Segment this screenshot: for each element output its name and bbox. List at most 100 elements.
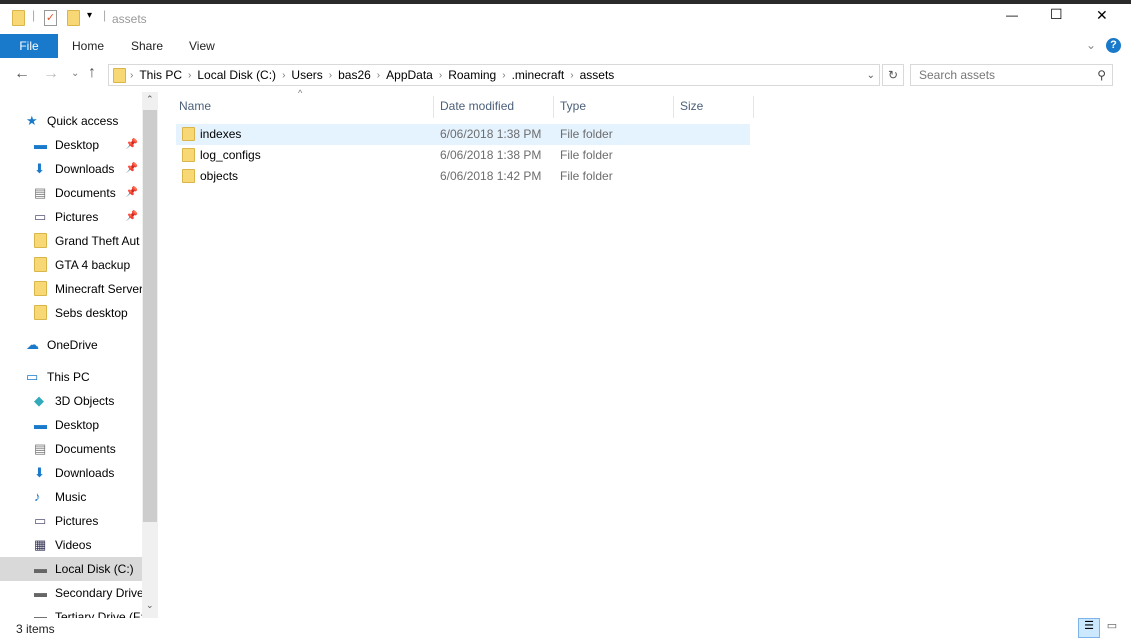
sidebar-item[interactable]: Sebs desktop [0, 301, 142, 325]
breadcrumb-separator-icon[interactable]: › [188, 70, 191, 81]
up-button[interactable]: ↑ [88, 64, 96, 82]
folder-icon [34, 257, 47, 272]
file-type: File folder [560, 127, 613, 141]
breadcrumb-separator-icon[interactable]: › [282, 70, 285, 81]
pin-icon[interactable]: 📌 [126, 181, 138, 205]
expand-ribbon-icon[interactable]: ⌄ [1086, 38, 1096, 52]
pin-icon[interactable]: 📌 [126, 133, 138, 157]
file-row[interactable]: objects 6/06/2018 1:42 PM File folder [176, 166, 750, 187]
sidebar-item[interactable]: ▭ This PC [0, 365, 142, 389]
status-item-count: 3 items [16, 622, 55, 636]
pin-icon[interactable]: 📌 [126, 157, 138, 181]
search-input[interactable]: Search assets ⚲ [910, 64, 1113, 86]
maximize-button[interactable]: ☐ [1050, 6, 1063, 23]
sidebar-scroll-thumb[interactable] [143, 110, 157, 522]
column-header-size[interactable]: Size [674, 96, 754, 118]
sidebar-item[interactable]: ☁ OneDrive [0, 333, 142, 357]
file-date: 6/06/2018 1:42 PM [440, 169, 542, 183]
breadcrumb-item[interactable]: bas26 [338, 68, 371, 82]
new-folder-icon[interactable] [67, 10, 80, 26]
cube-icon: ◆ [34, 393, 44, 408]
breadcrumb-item[interactable]: assets [580, 68, 615, 82]
sidebar-item[interactable]: ▦ Videos [0, 533, 142, 557]
breadcrumb-item[interactable]: .minecraft [512, 68, 565, 82]
breadcrumb-item[interactable]: Users [291, 68, 322, 82]
sidebar-item-label: Pictures [55, 210, 99, 224]
breadcrumb-separator-icon[interactable]: › [570, 70, 573, 81]
file-name: log_configs [200, 148, 261, 162]
back-button[interactable]: ← [14, 65, 30, 83]
tab-view[interactable]: View [189, 34, 215, 58]
forward-button[interactable]: → [43, 65, 59, 83]
sidebar-item[interactable]: Grand Theft Aut [0, 229, 142, 253]
tab-share[interactable]: Share [131, 34, 163, 58]
refresh-button[interactable]: ↻ [882, 64, 904, 86]
sidebar-item[interactable]: ▤ Documents 📌 [0, 181, 142, 205]
breadcrumb-separator-icon[interactable]: › [439, 70, 442, 81]
sidebar-item[interactable]: Minecraft Server [0, 277, 142, 301]
address-bar[interactable]: › This PC › Local Disk (C:) › Users › bas26 › App… [108, 64, 880, 86]
tab-file[interactable]: File [0, 34, 58, 58]
sidebar-item[interactable]: ♪ Music [0, 485, 142, 509]
computer-icon: ▭ [26, 369, 39, 384]
sidebar-item[interactable]: ▭ Pictures [0, 509, 142, 533]
sidebar-item[interactable]: ★ Quick access [0, 109, 142, 133]
breadcrumb-item[interactable]: This PC [139, 68, 182, 82]
sidebar-item[interactable]: ▭ Pictures 📌 [0, 205, 142, 229]
folder-icon [113, 67, 126, 83]
minimize-button[interactable]: — [1006, 8, 1018, 22]
close-button[interactable]: ✕ [1096, 7, 1108, 24]
file-row[interactable]: log_configs 6/06/2018 1:38 PM File folde… [176, 145, 750, 166]
sidebar-item[interactable]: ⬇ Downloads [0, 461, 142, 485]
sidebar-item[interactable]: ◆ 3D Objects [0, 389, 142, 413]
desktop-icon: ▬ [34, 417, 47, 432]
file-row[interactable]: indexes 6/06/2018 1:38 PM File folder [176, 124, 750, 145]
tab-home[interactable]: Home [72, 34, 104, 58]
column-header-name[interactable]: Name [173, 96, 434, 118]
breadcrumb-item[interactable]: Roaming [448, 68, 496, 82]
sidebar-item[interactable]: ▬ Desktop [0, 413, 142, 437]
sidebar-item[interactable]: ▬ Local Disk (C:) [0, 557, 142, 581]
sidebar-item-label: Quick access [47, 114, 119, 128]
sidebar-item-label: Downloads [55, 466, 115, 480]
breadcrumb-item[interactable]: Local Disk (C:) [197, 68, 276, 82]
column-header-date[interactable]: Date modified [434, 96, 554, 118]
sidebar-item-label: Documents [55, 186, 116, 200]
customize-toolbar-icon[interactable]: ▾ [87, 10, 92, 21]
breadcrumb-separator-icon[interactable]: › [130, 70, 133, 81]
breadcrumb-separator-icon[interactable]: › [502, 70, 505, 81]
sidebar-item-label: 3D Objects [55, 394, 115, 408]
breadcrumb-separator-icon[interactable]: › [329, 70, 332, 81]
address-dropdown-icon[interactable]: ⌄ [867, 70, 875, 81]
star-icon: ★ [26, 113, 38, 128]
column-header-type[interactable]: Type [554, 96, 674, 118]
sidebar-item[interactable]: GTA 4 backup [0, 253, 142, 277]
sidebar-item[interactable]: ▬ Tertiary Drive (F: [0, 605, 142, 618]
drive-icon: ▬ [34, 609, 47, 618]
sidebar-item[interactable]: ▤ Documents [0, 437, 142, 461]
pictures-icon: ▭ [34, 209, 47, 224]
divider: | [32, 8, 36, 22]
breadcrumb-separator-icon[interactable]: › [377, 70, 380, 81]
details-view-button[interactable]: ☰ [1078, 618, 1100, 638]
file-date: 6/06/2018 1:38 PM [440, 148, 542, 162]
drive-icon: ▬ [34, 585, 47, 600]
sidebar-item-label: GTA 4 backup [55, 258, 131, 272]
file-type: File folder [560, 169, 613, 183]
sidebar-item[interactable]: ⬇ Downloads 📌 [0, 157, 142, 181]
sidebar-item-label: Music [55, 490, 87, 504]
recent-locations-button[interactable]: ⌄ [71, 68, 79, 79]
sidebar-item[interactable]: ▬ Desktop 📌 [0, 133, 142, 157]
sidebar-item-label: Minecraft Server [55, 282, 142, 296]
title-bar: | ✓ ▾ | assets — ☐ ✕ [0, 0, 1131, 36]
navigation-pane: ★ Quick access ▬ Desktop 📌 ⬇ Downloads 📌 ▤ Docume… [0, 92, 158, 618]
search-icon: ⚲ [1097, 68, 1106, 82]
large-icons-view-button[interactable]: ▭ [1103, 619, 1121, 637]
sidebar-item[interactable]: ▬ Secondary Drive [0, 581, 142, 605]
search-placeholder: Search assets [919, 68, 996, 82]
breadcrumb-item[interactable]: AppData [386, 68, 433, 82]
folder-icon [182, 148, 195, 162]
help-icon[interactable]: ? [1106, 38, 1121, 53]
properties-icon[interactable]: ✓ [44, 10, 57, 26]
pin-icon[interactable]: 📌 [126, 205, 138, 229]
